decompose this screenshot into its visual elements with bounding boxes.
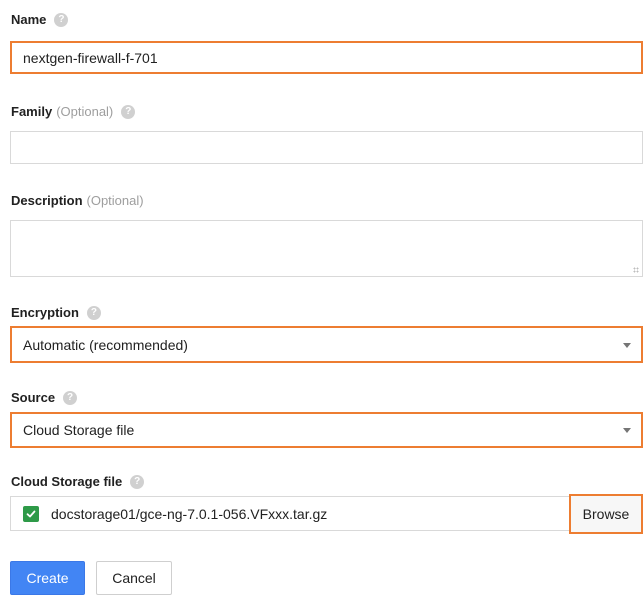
help-icon[interactable]: ? [86,305,101,320]
source-label-text: Source [11,390,56,405]
source-select-value: Cloud Storage file [23,422,135,438]
family-label-text: Family [11,104,53,119]
name-label-text: Name [11,12,47,27]
description-label: Description (Optional) [11,193,144,208]
description-label-text: Description [11,193,83,208]
help-icon[interactable]: ? [130,474,145,489]
help-icon[interactable]: ? [121,104,136,119]
cloud-storage-file-label: Cloud Storage file ? [11,474,145,489]
description-optional-text: (Optional) [86,193,144,208]
create-button[interactable]: Create [10,561,85,595]
browse-button[interactable]: Browse [569,494,643,534]
cancel-button[interactable]: Cancel [96,561,172,595]
source-label: Source ? [11,390,78,405]
family-optional-text: (Optional) [56,104,114,119]
check-icon [23,505,39,522]
resize-grip-icon[interactable] [633,267,639,273]
chevron-down-icon [623,428,631,433]
cloud-storage-file-label-text: Cloud Storage file [11,474,123,489]
name-input[interactable]: nextgen-firewall-f-701 [10,41,643,74]
cancel-button-label: Cancel [112,570,156,586]
name-label: Name ? [11,12,69,27]
chevron-down-icon [623,342,631,348]
family-input[interactable] [10,131,643,164]
browse-button-label: Browse [582,506,630,522]
name-input-value: nextgen-firewall-f-701 [23,49,158,66]
help-icon[interactable]: ? [63,390,78,405]
encryption-label-text: Encryption [11,305,79,320]
encryption-select[interactable]: Automatic (recommended) [10,326,643,363]
create-button-label: Create [26,570,69,586]
encryption-select-value: Automatic (recommended) [23,336,188,353]
encryption-label: Encryption ? [11,305,101,320]
cloud-storage-file-value: docstorage01/gce-ng-7.0.1-056.VFxxx.tar.… [51,505,328,522]
family-label: Family (Optional) ? [11,104,136,119]
help-icon[interactable]: ? [54,12,69,27]
cloud-storage-file-input[interactable]: docstorage01/gce-ng-7.0.1-056.VFxxx.tar.… [10,496,572,531]
description-textarea[interactable] [10,220,643,277]
source-select[interactable]: Cloud Storage file [10,412,643,448]
